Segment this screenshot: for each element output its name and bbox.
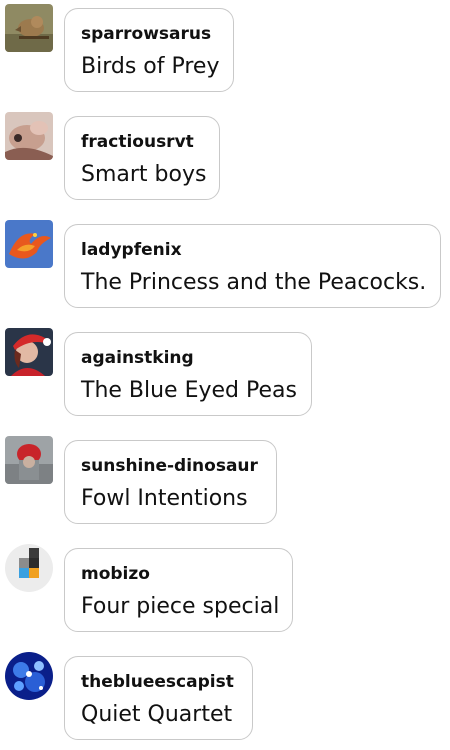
username-link[interactable]: sparrowsarus xyxy=(81,23,217,45)
avatar[interactable] xyxy=(5,112,53,160)
pixel-blocks-icon xyxy=(5,544,53,592)
reply-item: theblueescapist Quiet Quartet xyxy=(0,652,450,740)
username-link[interactable]: theblueescapist xyxy=(81,671,236,693)
reply-bubble: theblueescapist Quiet Quartet xyxy=(64,656,253,740)
santa-hat-person-icon xyxy=(5,328,53,376)
username-link[interactable]: sunshine-dinosaur xyxy=(81,455,260,477)
phoenix-art-icon xyxy=(5,220,53,268)
reply-bubble: ladypfenix The Princess and the Peacocks… xyxy=(64,224,441,308)
reply-text: The Princess and the Peacocks. xyxy=(81,270,427,295)
avatar[interactable] xyxy=(5,4,53,52)
username-link[interactable]: mobizo xyxy=(81,563,276,585)
reply-bubble: sunshine-dinosaur Fowl Intentions xyxy=(64,440,277,524)
avatar[interactable] xyxy=(5,436,53,484)
reply-text: Quiet Quartet xyxy=(81,702,233,727)
blue-crystal-icon xyxy=(5,652,53,700)
reply-bubble: fractiousrvt Smart boys xyxy=(64,116,220,200)
avatar[interactable] xyxy=(5,220,53,268)
reply-item: sparrowsarus Birds of Prey xyxy=(0,4,450,92)
avatar[interactable] xyxy=(5,652,53,700)
reply-item: fractiousrvt Smart boys xyxy=(0,112,450,200)
username-link[interactable]: fractiousrvt xyxy=(81,131,203,153)
reply-text: Four piece special xyxy=(81,594,280,619)
avatar[interactable] xyxy=(5,544,53,592)
avatar[interactable] xyxy=(5,328,53,376)
reply-text: Birds of Prey xyxy=(81,54,220,79)
username-link[interactable]: ladypfenix xyxy=(81,239,424,261)
rat-photo-icon xyxy=(5,112,53,160)
reply-item: ladypfenix The Princess and the Peacocks… xyxy=(0,220,450,308)
reply-item: sunshine-dinosaur Fowl Intentions xyxy=(0,436,450,524)
reply-text: The Blue Eyed Peas xyxy=(81,378,297,403)
red-hat-figure-icon xyxy=(5,436,53,484)
reply-bubble: sparrowsarus Birds of Prey xyxy=(64,8,234,92)
reply-bubble: againstking The Blue Eyed Peas xyxy=(64,332,312,416)
reply-list: sparrowsarus Birds of Prey fractiousrvt … xyxy=(0,0,450,750)
reply-text: Fowl Intentions xyxy=(81,486,248,511)
sparrow-photo-icon xyxy=(5,4,53,52)
reply-text: Smart boys xyxy=(81,162,207,187)
reply-item: againstking The Blue Eyed Peas xyxy=(0,328,450,416)
reply-bubble: mobizo Four piece special xyxy=(64,548,293,632)
username-link[interactable]: againstking xyxy=(81,347,295,369)
reply-item: mobizo Four piece special xyxy=(0,544,450,632)
